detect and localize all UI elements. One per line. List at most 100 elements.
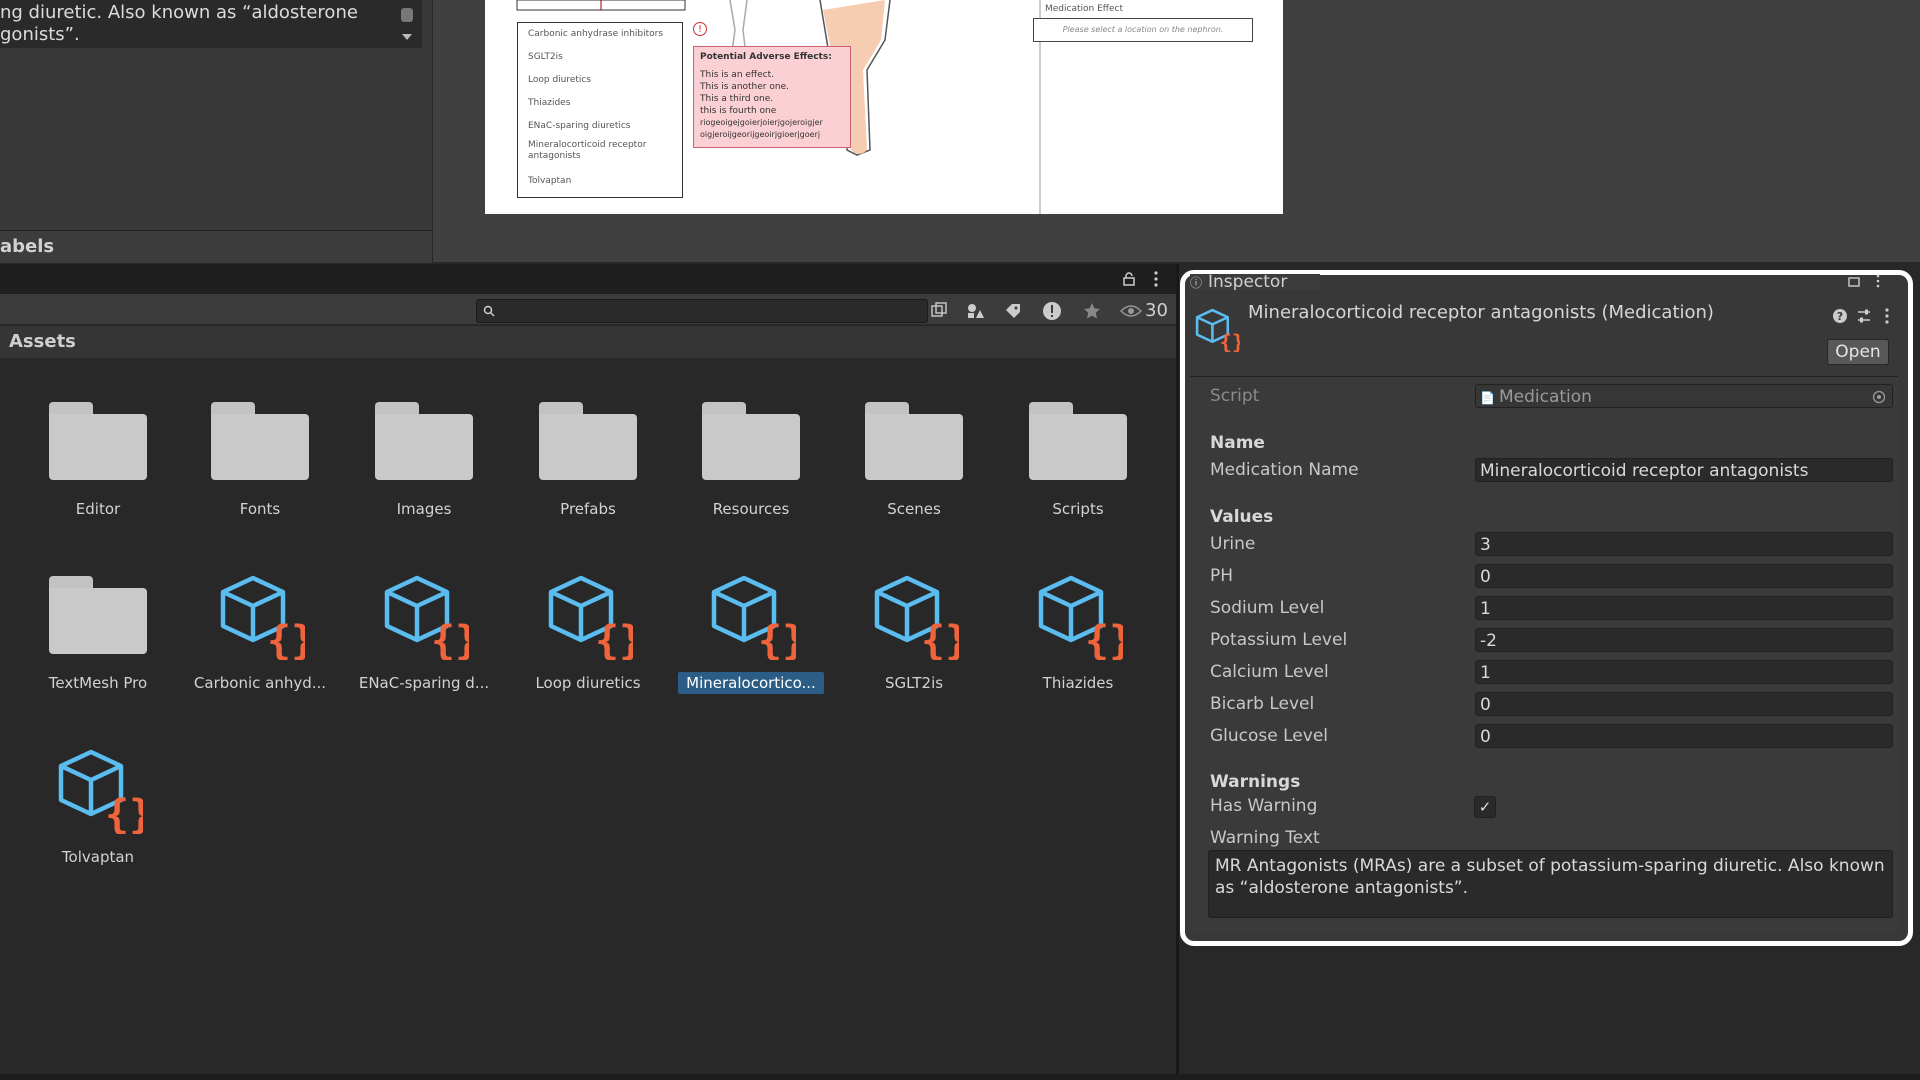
kebab-menu-icon[interactable] bbox=[1152, 270, 1160, 288]
asset-label: Thiazides bbox=[1042, 674, 1114, 692]
med-list-item[interactable]: Tolvaptan bbox=[518, 170, 682, 193]
asset-label: Tolvaptan bbox=[61, 848, 135, 866]
glucose-field[interactable]: 0 bbox=[1475, 724, 1893, 748]
asset-script-tolvaptan[interactable]: {} Tolvaptan bbox=[23, 734, 173, 866]
filter-by-label-icon[interactable] bbox=[1004, 302, 1022, 320]
asset-script-loop[interactable]: {} Loop diuretics bbox=[513, 560, 663, 692]
medication-name-label: Medication Name bbox=[1210, 460, 1359, 480]
warning-preview-text: ng diuretic. Also known as “aldosterone … bbox=[0, 0, 422, 48]
warnings-header: Warnings bbox=[1210, 772, 1301, 792]
med-list-item[interactable]: Loop diuretics bbox=[518, 69, 682, 92]
lock-icon[interactable] bbox=[1122, 272, 1136, 286]
presets-icon[interactable] bbox=[1856, 308, 1872, 324]
ph-field[interactable]: 0 bbox=[1475, 564, 1893, 588]
search-by-type-icon[interactable] bbox=[930, 302, 948, 320]
asset-label: Editor bbox=[75, 500, 121, 518]
breadcrumb-assets[interactable]: Assets bbox=[0, 331, 76, 352]
asset-script-mineralocorticoid[interactable]: {} Mineralocortico... bbox=[676, 560, 826, 694]
has-warning-label: Has Warning bbox=[1210, 796, 1318, 816]
adverse-line: This is an effect. bbox=[700, 70, 774, 80]
medication-name-field[interactable]: Mineralocorticoid receptor antagonists bbox=[1475, 458, 1893, 482]
scriptable-object-icon: {} bbox=[548, 575, 633, 660]
folder-icon bbox=[211, 402, 309, 480]
asset-label: SGLT2is bbox=[884, 674, 944, 692]
asset-script-thiazides[interactable]: {} Thiazides bbox=[1003, 560, 1153, 692]
warning-filter-icon[interactable] bbox=[1042, 301, 1062, 321]
folder-icon bbox=[865, 402, 963, 480]
ph-label: PH bbox=[1210, 566, 1234, 586]
visibility-eye-icon[interactable] bbox=[1120, 303, 1142, 319]
asset-label: Images bbox=[396, 500, 452, 518]
potassium-field[interactable]: -2 bbox=[1475, 628, 1893, 652]
folder-icon bbox=[702, 402, 800, 480]
folder-icon bbox=[539, 402, 637, 480]
adverse-line: this is fourth one bbox=[700, 106, 777, 116]
asset-folder-images[interactable]: Images bbox=[349, 386, 499, 518]
visible-count: 30 bbox=[1145, 300, 1168, 321]
script-file-icon: 📄 bbox=[1480, 391, 1495, 405]
calcium-field[interactable]: 1 bbox=[1475, 660, 1893, 684]
med-list-item[interactable]: Thiazides bbox=[518, 92, 682, 115]
asset-label: ENaC-sparing d... bbox=[358, 674, 490, 692]
asset-script-sglt2is[interactable]: {} SGLT2is bbox=[839, 560, 989, 692]
svg-text:{}: {} bbox=[758, 618, 796, 660]
svg-text:{}: {} bbox=[267, 618, 305, 660]
asset-folder-textmesh-pro[interactable]: TextMesh Pro bbox=[23, 560, 173, 692]
adverse-line: This is another one. bbox=[700, 82, 789, 92]
labels-section-header[interactable]: abels bbox=[0, 230, 432, 263]
svg-text:{}: {} bbox=[1220, 330, 1240, 352]
maximize-icon[interactable] bbox=[1847, 276, 1861, 288]
asset-script-enac[interactable]: {} ENaC-sparing d... bbox=[349, 560, 499, 692]
search-input[interactable] bbox=[476, 299, 928, 323]
urine-field[interactable]: 3 bbox=[1475, 532, 1893, 556]
asset-folder-resources[interactable]: Resources bbox=[676, 386, 826, 518]
svg-text:{}: {} bbox=[431, 618, 469, 660]
sodium-field[interactable]: 1 bbox=[1475, 596, 1893, 620]
favorites-star-icon[interactable] bbox=[1082, 301, 1102, 321]
scriptable-object-icon: {} bbox=[1038, 575, 1123, 660]
medication-effect-label: Medication Effect bbox=[1045, 4, 1123, 14]
svg-text:{}: {} bbox=[1085, 618, 1123, 660]
kebab-menu-icon[interactable] bbox=[1875, 274, 1881, 288]
svg-text:{}: {} bbox=[921, 618, 959, 660]
object-picker-icon[interactable] bbox=[1872, 390, 1886, 404]
open-button[interactable]: Open bbox=[1827, 339, 1889, 365]
folder-icon bbox=[375, 402, 473, 480]
warning-text-area[interactable]: MR Antagonists (MRAs) are a subset of po… bbox=[1208, 850, 1893, 918]
asset-folder-prefabs[interactable]: Prefabs bbox=[513, 386, 663, 518]
help-icon[interactable]: ? bbox=[1832, 308, 1848, 324]
asset-folder-fonts[interactable]: Fonts bbox=[185, 386, 335, 518]
adverse-line: This a third one. bbox=[700, 94, 774, 104]
asset-script-carbonic[interactable]: {} Carbonic anhyd... bbox=[185, 560, 335, 692]
folder-icon bbox=[1029, 402, 1127, 480]
med-list-item[interactable]: ENaC-sparing diuretics bbox=[518, 115, 682, 138]
scroll-arrows[interactable] bbox=[400, 6, 414, 42]
panel-splitter[interactable] bbox=[1176, 264, 1179, 1080]
bicarb-field[interactable]: 0 bbox=[1475, 692, 1893, 716]
inspector-tab[interactable]: ⓘ Inspector bbox=[1190, 274, 1320, 290]
adverse-effects-title: Potential Adverse Effects: bbox=[700, 52, 832, 62]
kebab-menu-icon[interactable] bbox=[1884, 307, 1890, 325]
med-list-item[interactable]: Mineralocorticoid receptor antagonists bbox=[518, 138, 682, 170]
asset-label: Prefabs bbox=[560, 500, 616, 518]
status-bar bbox=[0, 1074, 1920, 1080]
med-list-item[interactable]: Carbonic anhydrase inhibitors bbox=[518, 23, 682, 46]
med-list-item[interactable]: SGLT2is bbox=[518, 46, 682, 69]
info-icon: ⓘ bbox=[1190, 276, 1203, 290]
scriptable-object-icon: {} bbox=[220, 575, 305, 660]
filter-by-type-icon[interactable] bbox=[966, 302, 986, 320]
medication-list[interactable]: Carbonic anhydrase inhibitors SGLT2is Lo… bbox=[517, 22, 683, 198]
values-header: Values bbox=[1210, 507, 1274, 527]
asset-folder-editor[interactable]: Editor bbox=[23, 386, 173, 518]
svg-text:{}: {} bbox=[105, 792, 143, 834]
asset-folder-scenes[interactable]: Scenes bbox=[839, 386, 989, 518]
adverse-effects-box: Potential Adverse Effects: This is an ef… bbox=[693, 46, 851, 148]
asset-folder-scripts[interactable]: Scripts bbox=[1003, 386, 1153, 518]
name-header: Name bbox=[1210, 433, 1265, 453]
asset-label: Scripts bbox=[1052, 500, 1104, 518]
asset-label: Resources bbox=[712, 500, 790, 518]
has-warning-checkbox[interactable]: ✓ bbox=[1474, 796, 1496, 818]
bicarb-label: Bicarb Level bbox=[1210, 694, 1315, 714]
checkmark-icon: ✓ bbox=[1478, 798, 1492, 816]
svg-text:{}: {} bbox=[595, 618, 633, 660]
